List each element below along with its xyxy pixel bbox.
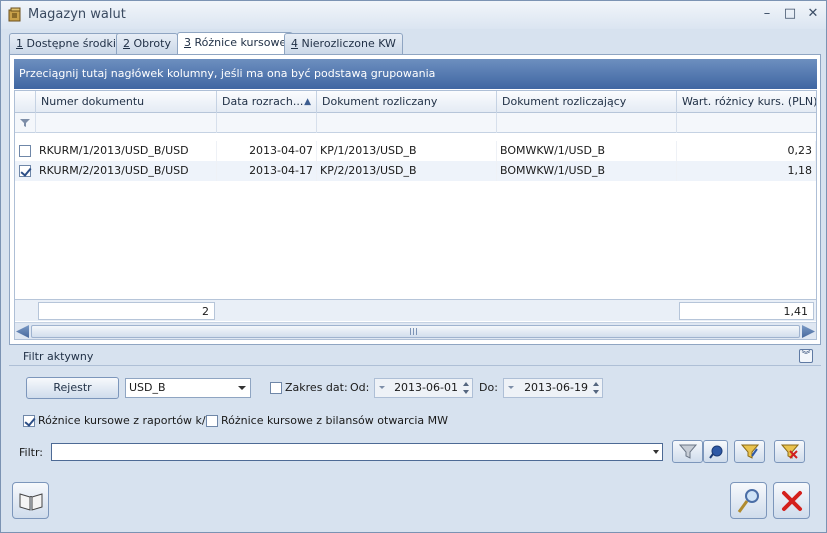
- cell-data: 2013-04-07: [217, 141, 317, 161]
- window-title: Magazyn walut: [28, 7, 126, 22]
- funnel-icon: [678, 444, 697, 459]
- scrollbar-thumb[interactable]: [31, 325, 800, 338]
- cell-rozliczajacy: BOMWKW/1/USD_B: [497, 161, 677, 181]
- date-spinner-icon[interactable]: [461, 380, 471, 396]
- minimize-icon[interactable]: –: [758, 6, 776, 22]
- od-date-field[interactable]: 2013-06-01: [374, 378, 473, 398]
- rejestr-select-value: USD_B: [129, 381, 166, 394]
- grid-filter-row: [15, 113, 816, 133]
- cell-data: 2013-04-17: [217, 161, 317, 181]
- raporty-kb-checkbox[interactable]: [23, 415, 35, 427]
- row-checkbox[interactable]: [19, 165, 31, 177]
- funnel-edit-icon: [740, 444, 759, 459]
- cell-rozliczajacy: BOMWKW/1/USD_B: [497, 141, 677, 161]
- header-dokument-rozliczany[interactable]: Dokument rozliczany: [317, 91, 497, 113]
- tab-roznice-kursowe[interactable]: 3 Różnice kursowe: [177, 32, 294, 54]
- filtr-combo[interactable]: [51, 443, 663, 461]
- chevron-down-icon: [238, 386, 246, 390]
- tab-panel: Przeciągnij tutaj nagłówek kolumny, jeśl…: [9, 54, 821, 345]
- book-icon: [19, 492, 42, 511]
- edit-filter-button[interactable]: [734, 440, 765, 463]
- filter-cell-rozliczajacy[interactable]: [497, 113, 677, 133]
- cell-numer: RKURM/2/2013/USD_B/USD: [36, 161, 217, 181]
- filter-cell-numer[interactable]: [36, 113, 217, 133]
- filter-cell-data[interactable]: [217, 113, 317, 133]
- maximize-icon[interactable]: □: [781, 6, 799, 22]
- app-icon: [8, 7, 21, 22]
- table-row[interactable]: RKURM/2/2013/USD_B/USD 2013-04-17 KP/2/2…: [15, 161, 816, 181]
- header-select[interactable]: [15, 91, 36, 113]
- tab-dostepne-srodki[interactable]: 1 Dostępne środki: [9, 33, 123, 54]
- calendar-dropdown-icon[interactable]: [379, 386, 385, 389]
- zakres-dat-label: Zakres dat:: [285, 381, 348, 394]
- scroll-right-icon[interactable]: [802, 325, 815, 338]
- date-spinner-icon[interactable]: [591, 380, 601, 396]
- magnifier-funnel-icon: [708, 445, 722, 459]
- apply-filter-button[interactable]: [672, 440, 703, 463]
- cancel-button[interactable]: [773, 482, 810, 519]
- od-label: Od:: [350, 381, 370, 394]
- magazyn-walut-window: Magazyn walut – □ ✕ 1 Dostępne środki 2 …: [0, 0, 827, 533]
- filter-cell-rozliczany[interactable]: [317, 113, 497, 133]
- cell-rozliczany: KP/2/2013/USD_B: [317, 161, 497, 181]
- summary-count: 2: [38, 302, 215, 320]
- funnel-icon: [20, 119, 30, 127]
- horizontal-scrollbar[interactable]: [15, 322, 816, 339]
- header-numer-dokumentu[interactable]: Numer dokumentu: [36, 91, 217, 113]
- grid-header: Numer dokumentu Data rozrach... ▲ Dokume…: [15, 91, 816, 113]
- grip-icon: [410, 328, 419, 335]
- data-grid: Numer dokumentu Data rozrach... ▲ Dokume…: [14, 90, 817, 340]
- row-checkbox[interactable]: [19, 145, 31, 157]
- calendar-dropdown-icon[interactable]: [508, 386, 514, 389]
- tab-nierozliczone-kw[interactable]: 4 Nierozliczone KW: [284, 33, 403, 54]
- filter-cell-wart[interactable]: [677, 113, 816, 133]
- help-button[interactable]: [12, 482, 49, 519]
- filtr-input[interactable]: [52, 444, 648, 460]
- zakres-dat-checkbox[interactable]: [270, 382, 282, 394]
- raporty-kb-label: Różnice kursowe z raportów k/b: [38, 414, 213, 427]
- rejestr-button[interactable]: Rejestr: [26, 377, 119, 399]
- rejestr-select[interactable]: USD_B: [125, 378, 251, 398]
- filter-panel-header: Filtr aktywny ︾: [9, 348, 821, 366]
- do-date-field[interactable]: 2013-06-19: [503, 378, 603, 398]
- chevron-down-icon[interactable]: [653, 450, 659, 454]
- filtr-label: Filtr:: [19, 446, 43, 459]
- magnifier-icon: [737, 488, 759, 513]
- header-dokument-rozliczajacy[interactable]: Dokument rozliczający: [497, 91, 677, 113]
- clear-filter-button[interactable]: [774, 440, 805, 463]
- bilans-mw-checkbox[interactable]: [206, 415, 218, 427]
- summary-sum: 1,41: [679, 302, 814, 320]
- title-bar[interactable]: Magazyn walut – □ ✕: [1, 1, 826, 29]
- filter-row-icon-cell[interactable]: [15, 113, 36, 133]
- cell-rozliczany: KP/1/2013/USD_B: [317, 141, 497, 161]
- header-data-rozrachunku[interactable]: Data rozrach... ▲: [217, 91, 317, 113]
- do-date-value: 2013-06-19: [524, 381, 588, 394]
- table-row[interactable]: RKURM/1/2013/USD_B/USD 2013-04-07 KP/1/2…: [15, 141, 816, 161]
- close-red-x-icon: [781, 490, 802, 511]
- collapse-filter-icon[interactable]: ︾: [799, 349, 813, 363]
- header-wart-roznicy[interactable]: Wart. różnicy kurs. (PLN): [677, 91, 816, 113]
- tab-obroty[interactable]: 2 Obroty: [116, 33, 178, 54]
- do-label: Do:: [479, 381, 498, 394]
- cell-numer: RKURM/1/2013/USD_B/USD: [36, 141, 217, 161]
- cell-wart: 0,23: [677, 141, 816, 161]
- filter-active-label: Filtr aktywny: [23, 350, 94, 363]
- sort-ascending-icon: ▲: [304, 97, 311, 107]
- grid-summary-row: 2 1,41: [15, 299, 816, 321]
- group-by-area[interactable]: Przeciągnij tutaj nagłówek kolumny, jeśl…: [14, 59, 817, 89]
- preview-button[interactable]: [730, 482, 767, 519]
- funnel-clear-icon: [780, 444, 799, 459]
- scroll-left-icon[interactable]: [16, 325, 29, 338]
- filter-builder-button[interactable]: [703, 440, 728, 463]
- od-date-value: 2013-06-01: [394, 381, 458, 394]
- bilans-mw-label: Różnice kursowe z bilansów otwarcia MW: [221, 414, 449, 427]
- close-icon[interactable]: ✕: [804, 6, 822, 22]
- cell-wart: 1,18: [677, 161, 816, 181]
